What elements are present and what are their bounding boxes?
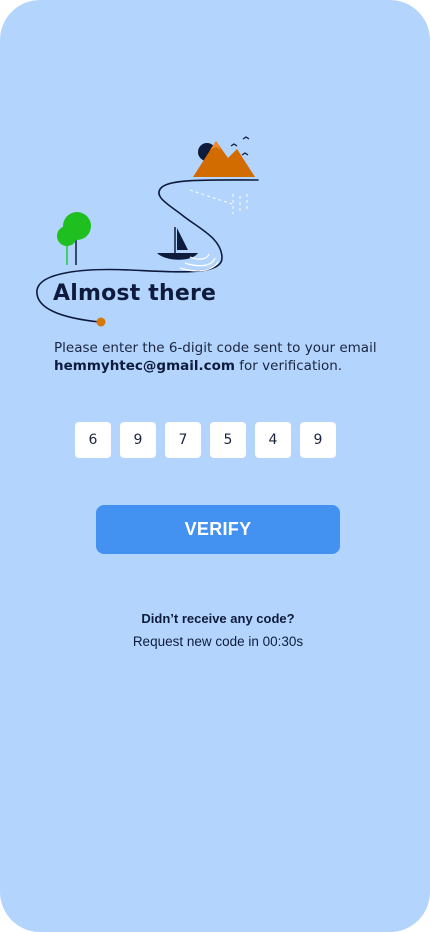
otp-digit-3[interactable]: 7 [165, 422, 201, 458]
instruction-suffix: for verification. [235, 358, 343, 374]
otp-code-input: 6 9 7 5 4 9 [75, 422, 336, 458]
email-address: hemmyhtec@gmail.com [54, 358, 235, 374]
otp-digit-1[interactable]: 6 [75, 422, 111, 458]
instruction-prefix: Please enter the 6-digit code sent to yo… [54, 340, 377, 356]
otp-digit-4[interactable]: 5 [210, 422, 246, 458]
page-title: Almost there [53, 281, 217, 306]
verification-screen: Almost there Please enter the 6-digit co… [0, 0, 430, 932]
instruction-text: Please enter the 6-digit code sent to yo… [54, 339, 404, 375]
sailboat-icon [157, 227, 219, 272]
verify-button[interactable]: VERIFY [96, 505, 340, 554]
otp-digit-2[interactable]: 9 [120, 422, 156, 458]
resend-question: Didn’t receive any code? [141, 611, 295, 626]
otp-digit-6[interactable]: 9 [300, 422, 336, 458]
dot-icon [96, 317, 106, 327]
resend-timer[interactable]: Request new code in 00:30s [0, 634, 430, 649]
otp-digit-5[interactable]: 4 [255, 422, 291, 458]
tree-icon [57, 212, 91, 265]
